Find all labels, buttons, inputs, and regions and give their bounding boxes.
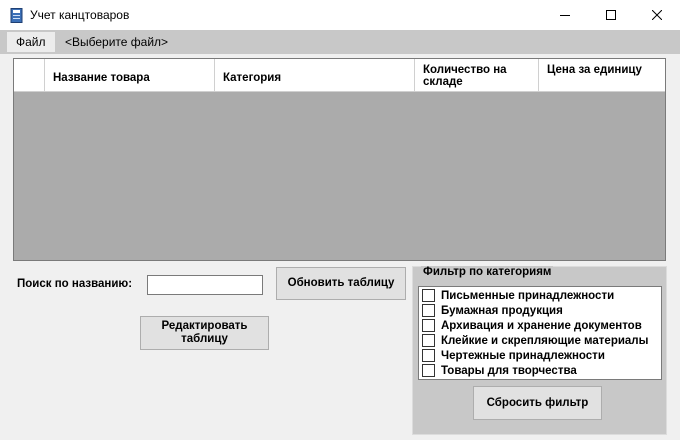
checkbox-box[interactable] bbox=[422, 304, 435, 317]
minimize-icon bbox=[560, 15, 570, 16]
column-header-label: Цена за единицу bbox=[547, 64, 642, 76]
category-label: Чертежные принадлежности bbox=[441, 349, 605, 362]
title-bar: Учет канцтоваров bbox=[0, 0, 680, 30]
category-checkbox[interactable]: Чертежные принадлежности bbox=[422, 348, 605, 363]
column-header-price[interactable]: Цена за единицу bbox=[539, 59, 665, 92]
menu-selected-file[interactable]: <Выберите файл> bbox=[65, 32, 168, 52]
checkbox-box[interactable] bbox=[422, 364, 435, 377]
maximize-button[interactable] bbox=[588, 0, 634, 30]
close-icon bbox=[652, 10, 662, 20]
products-grid[interactable]: Название товара Категория Количество на … bbox=[13, 58, 666, 261]
refresh-table-button[interactable]: Обновить таблицу bbox=[276, 267, 406, 300]
reset-filter-button[interactable]: Сбросить фильтр bbox=[473, 386, 602, 420]
column-header-label: Категория bbox=[223, 72, 282, 84]
category-filter-group: Фильтр по категориям Письменные принадле… bbox=[412, 266, 667, 435]
category-label: Товары для творчества bbox=[441, 364, 577, 377]
notebook-icon bbox=[10, 8, 23, 23]
category-checkbox[interactable]: Клейкие и скрепляющие материалы bbox=[422, 333, 648, 348]
grid-header: Название товара Категория Количество на … bbox=[14, 59, 665, 92]
category-checklist[interactable]: Письменные принадлежности Бумажная проду… bbox=[418, 286, 662, 380]
menu-file[interactable]: Файл bbox=[7, 32, 55, 52]
checkbox-box[interactable] bbox=[422, 334, 435, 347]
window-title: Учет канцтоваров bbox=[30, 8, 130, 22]
checkbox-box[interactable] bbox=[422, 319, 435, 332]
category-label: Архивация и хранение документов bbox=[441, 319, 642, 332]
category-checkbox[interactable]: Бумажная продукция bbox=[422, 303, 563, 318]
column-header-label: Количество на складе bbox=[423, 64, 507, 88]
window-client: Файл <Выберите файл> Название товара Кат… bbox=[0, 30, 680, 440]
checkbox-box[interactable] bbox=[422, 289, 435, 302]
category-checkbox[interactable]: Товары для творчества bbox=[422, 363, 577, 378]
column-header-category[interactable]: Категория bbox=[215, 59, 415, 92]
grid-row-header-column[interactable] bbox=[14, 59, 45, 92]
category-label: Бумажная продукция bbox=[441, 304, 563, 317]
menu-bar: Файл <Выберите файл> bbox=[0, 30, 680, 54]
column-header-label: Название товара bbox=[53, 72, 150, 84]
close-button[interactable] bbox=[634, 0, 680, 30]
maximize-icon bbox=[606, 10, 616, 20]
column-header-quantity[interactable]: Количество на складе bbox=[415, 59, 539, 92]
search-input[interactable] bbox=[147, 275, 263, 295]
minimize-button[interactable] bbox=[542, 0, 588, 30]
column-header-name[interactable]: Название товара bbox=[45, 59, 215, 92]
edit-table-button[interactable]: Редактировать таблицу bbox=[140, 316, 269, 350]
category-label: Письменные принадлежности bbox=[441, 289, 615, 302]
checkbox-box[interactable] bbox=[422, 349, 435, 362]
search-label: Поиск по названию: bbox=[17, 278, 133, 290]
category-checkbox[interactable]: Архивация и хранение документов bbox=[422, 318, 642, 333]
category-checkbox[interactable]: Письменные принадлежности bbox=[422, 288, 614, 303]
filter-group-title: Фильтр по категориям bbox=[421, 266, 554, 279]
category-label: Клейкие и скрепляющие материалы bbox=[441, 334, 649, 347]
